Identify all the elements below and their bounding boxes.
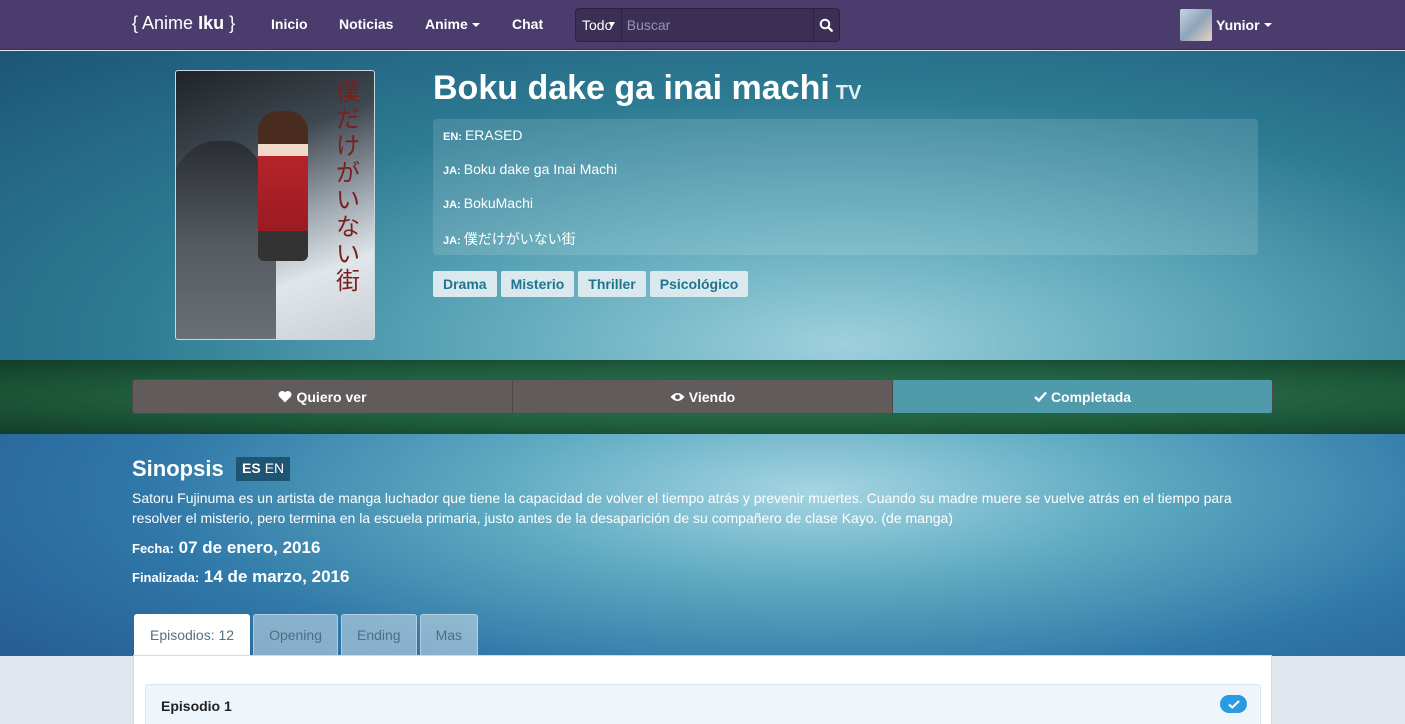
end-date: Finalizada: 14 de marzo, 2016 <box>132 567 349 587</box>
alt-title-lang: JA: <box>443 235 461 247</box>
lang-en-button[interactable]: EN <box>265 460 284 478</box>
nav-anime-label: Anime <box>425 16 468 32</box>
synopsis-heading: Sinopsis <box>132 456 224 481</box>
poster-figure-girl <box>258 111 308 261</box>
genre-tag[interactable]: Psicológico <box>649 271 749 297</box>
alt-title-lang: JA: <box>443 165 461 177</box>
start-date: Fecha: 07 de enero, 2016 <box>132 538 320 558</box>
completed-button[interactable]: Completada <box>893 380 1272 413</box>
user-menu[interactable]: Yunior <box>1180 9 1272 41</box>
want-to-watch-label: Quiero ver <box>296 388 367 405</box>
alt-title-value: Boku dake ga Inai Machi <box>463 161 618 177</box>
genre-tag[interactable]: Drama <box>433 271 497 297</box>
anime-poster: 僕だけがいない街 <box>175 70 375 340</box>
chevron-down-icon <box>608 22 615 27</box>
completed-label: Completada <box>1050 388 1132 405</box>
start-date-value: 07 de enero, 2016 <box>178 538 321 557</box>
heart-icon <box>279 391 292 403</box>
search-button[interactable] <box>812 9 839 41</box>
episode-row[interactable]: Episodio 1 <box>145 684 1261 724</box>
lang-es-button[interactable]: ES <box>242 460 261 478</box>
navbar: { Anime Iku } Inicio Noticias Anime Chat… <box>0 0 1405 50</box>
nav-inicio[interactable]: Inicio <box>271 16 308 32</box>
brand-bold: Iku <box>198 13 225 33</box>
brand-brace-close: } <box>229 13 236 33</box>
poster-title-kanji: 僕だけがいない街 <box>336 78 360 295</box>
watching-button[interactable]: Viendo <box>513 380 893 413</box>
nav-chat[interactable]: Chat <box>512 16 543 32</box>
nav-anime-dropdown[interactable]: Anime <box>425 16 480 32</box>
chevron-down-icon <box>471 23 480 28</box>
alt-title-lang: EN: <box>443 131 462 143</box>
chevron-down-icon <box>1263 23 1272 27</box>
check-icon <box>1034 391 1047 402</box>
alt-title-row: JA: 僕だけがいない街 <box>443 229 1248 263</box>
alt-title-row: JA: BokuMachi <box>443 195 1248 229</box>
tab-ending[interactable]: Ending <box>341 614 417 656</box>
nav-noticias[interactable]: Noticias <box>339 16 393 32</box>
content-tabs: Episodios: 12 Opening Ending Mas <box>134 614 481 656</box>
alt-title-lang: JA: <box>443 199 461 211</box>
brand-brace-open: { <box>132 13 139 33</box>
check-icon <box>1227 699 1240 709</box>
watched-check-icon[interactable] <box>1220 695 1247 713</box>
alt-title-row: JA: Boku dake ga Inai Machi <box>443 161 1248 195</box>
search-scope-select[interactable]: Todo <box>576 9 622 41</box>
episode-label: Episodio 1 <box>161 698 232 714</box>
anime-type-badge: TV <box>835 82 862 104</box>
synopsis-language-toggle: ES EN <box>236 457 291 481</box>
avatar <box>1180 9 1212 41</box>
alternative-titles: EN: ERASED JA: Boku dake ga Inai Machi JA:… <box>433 119 1258 255</box>
watch-status-group: Quiero ver Viendo Completada <box>132 379 1273 414</box>
want-to-watch-button[interactable]: Quiero ver <box>133 380 513 413</box>
watching-label: Viendo <box>688 388 736 405</box>
status-band: Quiero ver Viendo Completada <box>0 360 1405 434</box>
alt-title-row: EN: ERASED <box>443 127 1248 161</box>
anime-title-text: Boku dake ga inai machi <box>433 69 830 107</box>
tab-episodios[interactable]: Episodios: 12 <box>134 614 251 656</box>
genre-tag[interactable]: Thriller <box>578 271 646 297</box>
eye-icon <box>670 392 685 401</box>
alt-title-value: BokuMachi <box>463 195 533 211</box>
end-date-label: Finalizada: <box>132 570 200 585</box>
search-icon <box>820 18 834 32</box>
anime-title: Boku dake ga inai machi TV <box>433 69 861 108</box>
tab-mas[interactable]: Mas <box>419 614 479 656</box>
genre-list: Drama Misterio Thriller Psicológico <box>433 271 752 297</box>
brand-logo[interactable]: { Anime Iku } <box>132 13 235 34</box>
tab-opening[interactable]: Opening <box>253 614 338 656</box>
start-date-label: Fecha: <box>132 541 174 556</box>
user-name: Yunior <box>1216 17 1260 33</box>
genre-tag[interactable]: Misterio <box>500 271 575 297</box>
end-date-value: 14 de marzo, 2016 <box>203 567 350 586</box>
synopsis-text: Satoru Fujinuma es un artista de manga l… <box>132 490 1232 526</box>
brand-text: Anime <box>142 13 194 33</box>
alt-title-value: 僕だけがいない街 <box>463 231 576 247</box>
search-form: Todo <box>575 8 840 42</box>
alt-title-value: ERASED <box>464 127 523 143</box>
anime-header: 僕だけがいない街 Boku dake ga inai machi TV EN: ER… <box>0 51 1405 360</box>
search-input[interactable] <box>621 9 813 41</box>
